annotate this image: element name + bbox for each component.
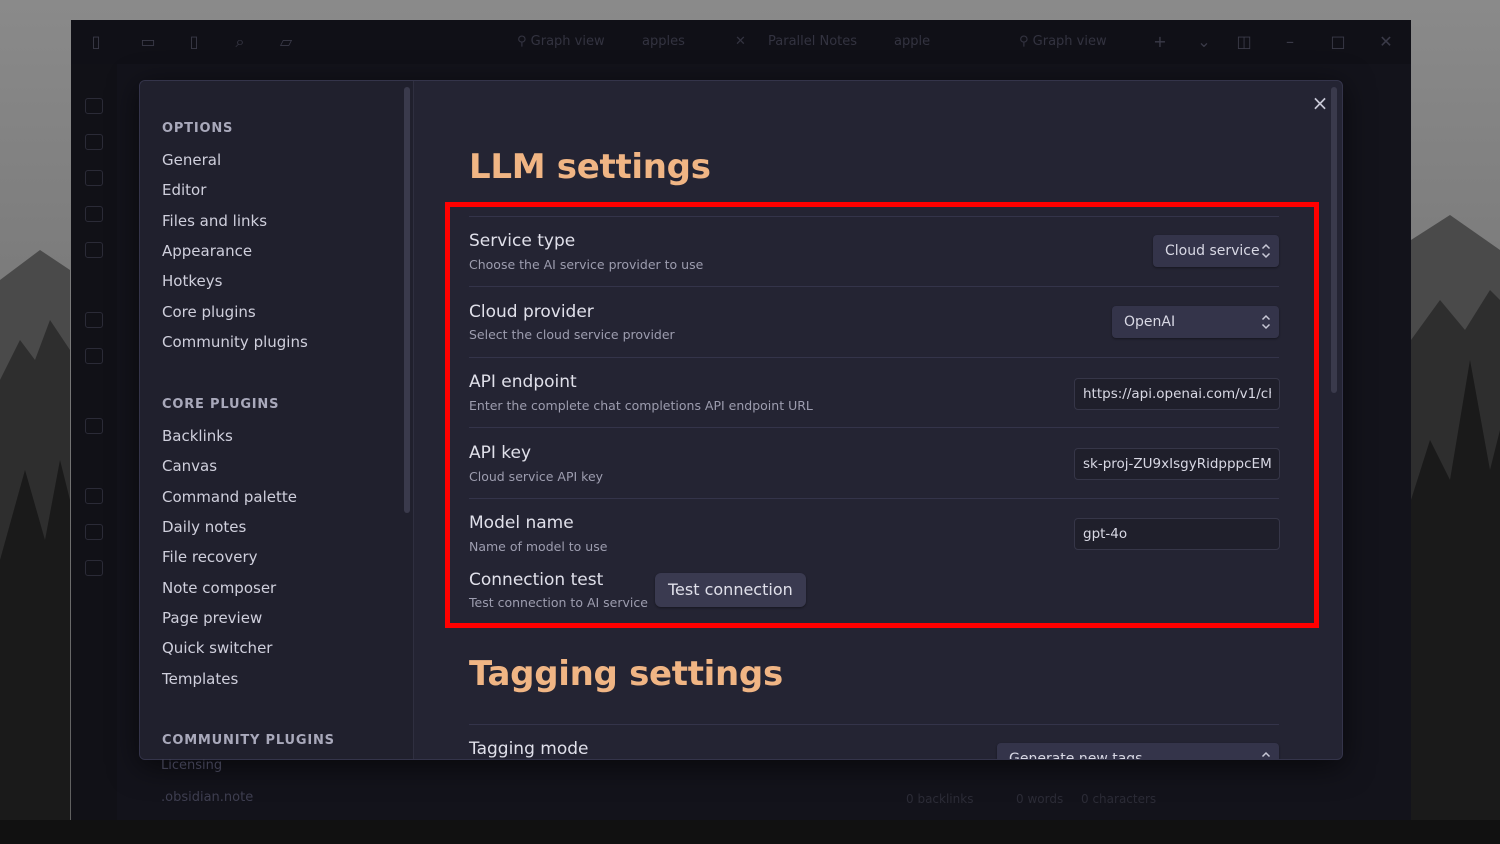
- search-icon[interactable]: ⌕: [229, 32, 251, 52]
- tagging-mode-dropdown[interactable]: Generate new tags: [997, 743, 1279, 759]
- content-scrollbar[interactable]: [1331, 87, 1337, 393]
- sidebar-item-core-plugins[interactable]: Core plugins: [162, 303, 256, 321]
- sidebar-item-templates[interactable]: Templates: [162, 670, 238, 688]
- tab-close-icon[interactable]: ✕: [735, 34, 746, 49]
- community-plugins-heading: COMMUNITY PLUGINS: [162, 733, 335, 748]
- file-icon[interactable]: ▯: [183, 32, 205, 52]
- ribbon-icon[interactable]: [85, 348, 103, 364]
- api-key-label: API key: [469, 443, 532, 463]
- tab-apple[interactable]: apple: [894, 34, 930, 49]
- ribbon-icon[interactable]: [85, 560, 103, 576]
- settings-sidebar: OPTIONS General Editor Files and links A…: [140, 81, 414, 759]
- sidebar-scrollbar[interactable]: [404, 87, 410, 513]
- row-divider: [469, 724, 1279, 725]
- service-type-label: Service type: [469, 231, 576, 251]
- faded-sidebar-item: .obsidian.note: [161, 790, 254, 805]
- tagging-settings-title: Tagging settings: [469, 654, 783, 694]
- bookmark-icon[interactable]: ▱: [275, 32, 297, 52]
- row-divider: [469, 498, 1279, 499]
- sidebar-item-daily-notes[interactable]: Daily notes: [162, 518, 246, 536]
- chevron-down-icon[interactable]: ⌄: [1193, 32, 1215, 52]
- llm-settings-title: LLM settings: [469, 147, 711, 187]
- api-endpoint-desc: Enter the complete chat completions API …: [469, 398, 813, 413]
- graph-icon: ⚲: [517, 34, 531, 49]
- ribbon-icon[interactable]: [85, 242, 103, 258]
- core-plugins-heading: CORE PLUGINS: [162, 397, 280, 412]
- sidebar-item-files-and-links[interactable]: Files and links: [162, 212, 267, 230]
- ribbon-icon[interactable]: [85, 134, 103, 150]
- options-heading: OPTIONS: [162, 121, 234, 136]
- split-icon[interactable]: ◫: [1233, 32, 1255, 52]
- ribbon-icon[interactable]: [85, 524, 103, 540]
- graph-icon: ⚲: [1019, 34, 1033, 49]
- connection-test-desc: Test connection to AI service: [469, 595, 648, 610]
- folder-icon[interactable]: ▭: [137, 32, 159, 52]
- tagging-mode-label: Tagging mode: [469, 739, 589, 759]
- faded-sidebar-item: Licensing: [161, 758, 223, 773]
- settings-content: × LLM settings Service type Choose the A…: [415, 81, 1342, 759]
- plus-icon[interactable]: +: [1149, 32, 1171, 52]
- minimize-icon[interactable]: –: [1279, 32, 1301, 52]
- sidebar-item-general[interactable]: General: [162, 151, 221, 169]
- tab-graph-view-2[interactable]: ⚲ Graph view: [1019, 34, 1107, 49]
- status-words: 0 words: [1016, 792, 1064, 806]
- ribbon-icon[interactable]: [85, 98, 103, 114]
- ribbon-icon[interactable]: [85, 206, 103, 222]
- sidebar-item-page-preview[interactable]: Page preview: [162, 609, 262, 627]
- settings-modal: OPTIONS General Editor Files and links A…: [139, 80, 1343, 760]
- chevron-updown-icon: [1261, 751, 1271, 758]
- connection-test-label: Connection test: [469, 570, 604, 590]
- cloud-provider-desc: Select the cloud service provider: [469, 327, 675, 342]
- tab-parallel-notes[interactable]: Parallel Notes: [768, 34, 857, 49]
- sidebar-item-command-palette[interactable]: Command palette: [162, 488, 297, 506]
- ribbon-icon[interactable]: [85, 418, 103, 434]
- model-name-desc: Name of model to use: [469, 539, 608, 554]
- row-divider: [469, 216, 1279, 217]
- maximize-icon[interactable]: □: [1327, 32, 1349, 52]
- sidebar-toggle-icon[interactable]: ▯: [85, 32, 107, 52]
- tab-graph-view[interactable]: ⚲ Graph view: [517, 34, 605, 49]
- sidebar-item-appearance[interactable]: Appearance: [162, 242, 252, 260]
- test-connection-button[interactable]: Test connection: [655, 573, 806, 607]
- sidebar-item-editor[interactable]: Editor: [162, 181, 206, 199]
- chevron-updown-icon: [1261, 314, 1271, 330]
- tab-apples[interactable]: apples: [642, 34, 685, 49]
- api-key-input[interactable]: [1074, 448, 1280, 480]
- sidebar-item-backlinks[interactable]: Backlinks: [162, 427, 233, 445]
- sidebar-item-community-plugins[interactable]: Community plugins: [162, 333, 308, 351]
- sidebar-item-hotkeys[interactable]: Hotkeys: [162, 272, 222, 290]
- status-backlinks: 0 backlinks: [906, 792, 974, 806]
- api-endpoint-label: API endpoint: [469, 372, 577, 392]
- row-divider: [469, 427, 1279, 428]
- model-name-label: Model name: [469, 513, 574, 533]
- service-type-dropdown[interactable]: Cloud service: [1153, 235, 1279, 267]
- row-divider: [469, 357, 1279, 358]
- ribbon-icon[interactable]: [85, 312, 103, 328]
- sidebar-item-file-recovery[interactable]: File recovery: [162, 548, 258, 566]
- model-name-input[interactable]: [1074, 518, 1280, 550]
- sidebar-item-note-composer[interactable]: Note composer: [162, 579, 276, 597]
- row-divider: [469, 286, 1279, 287]
- close-icon[interactable]: ×: [1308, 91, 1332, 115]
- sidebar-item-canvas[interactable]: Canvas: [162, 457, 217, 475]
- ribbon-icon[interactable]: [85, 170, 103, 186]
- sidebar-item-quick-switcher[interactable]: Quick switcher: [162, 639, 272, 657]
- service-type-desc: Choose the AI service provider to use: [469, 257, 704, 272]
- api-endpoint-input[interactable]: [1074, 378, 1280, 410]
- window-close-icon[interactable]: ✕: [1375, 32, 1397, 52]
- status-characters: 0 characters: [1081, 792, 1157, 806]
- left-ribbon: [71, 64, 117, 820]
- ribbon-icon[interactable]: [85, 488, 103, 504]
- chevron-updown-icon: [1261, 243, 1271, 259]
- cloud-provider-label: Cloud provider: [469, 302, 594, 322]
- title-bar: ▯ ▭ ▯ ⌕ ▱ ⚲ Graph view apples ✕ Parallel…: [71, 20, 1411, 64]
- cloud-provider-dropdown[interactable]: OpenAI: [1112, 306, 1279, 338]
- api-key-desc: Cloud service API key: [469, 469, 604, 484]
